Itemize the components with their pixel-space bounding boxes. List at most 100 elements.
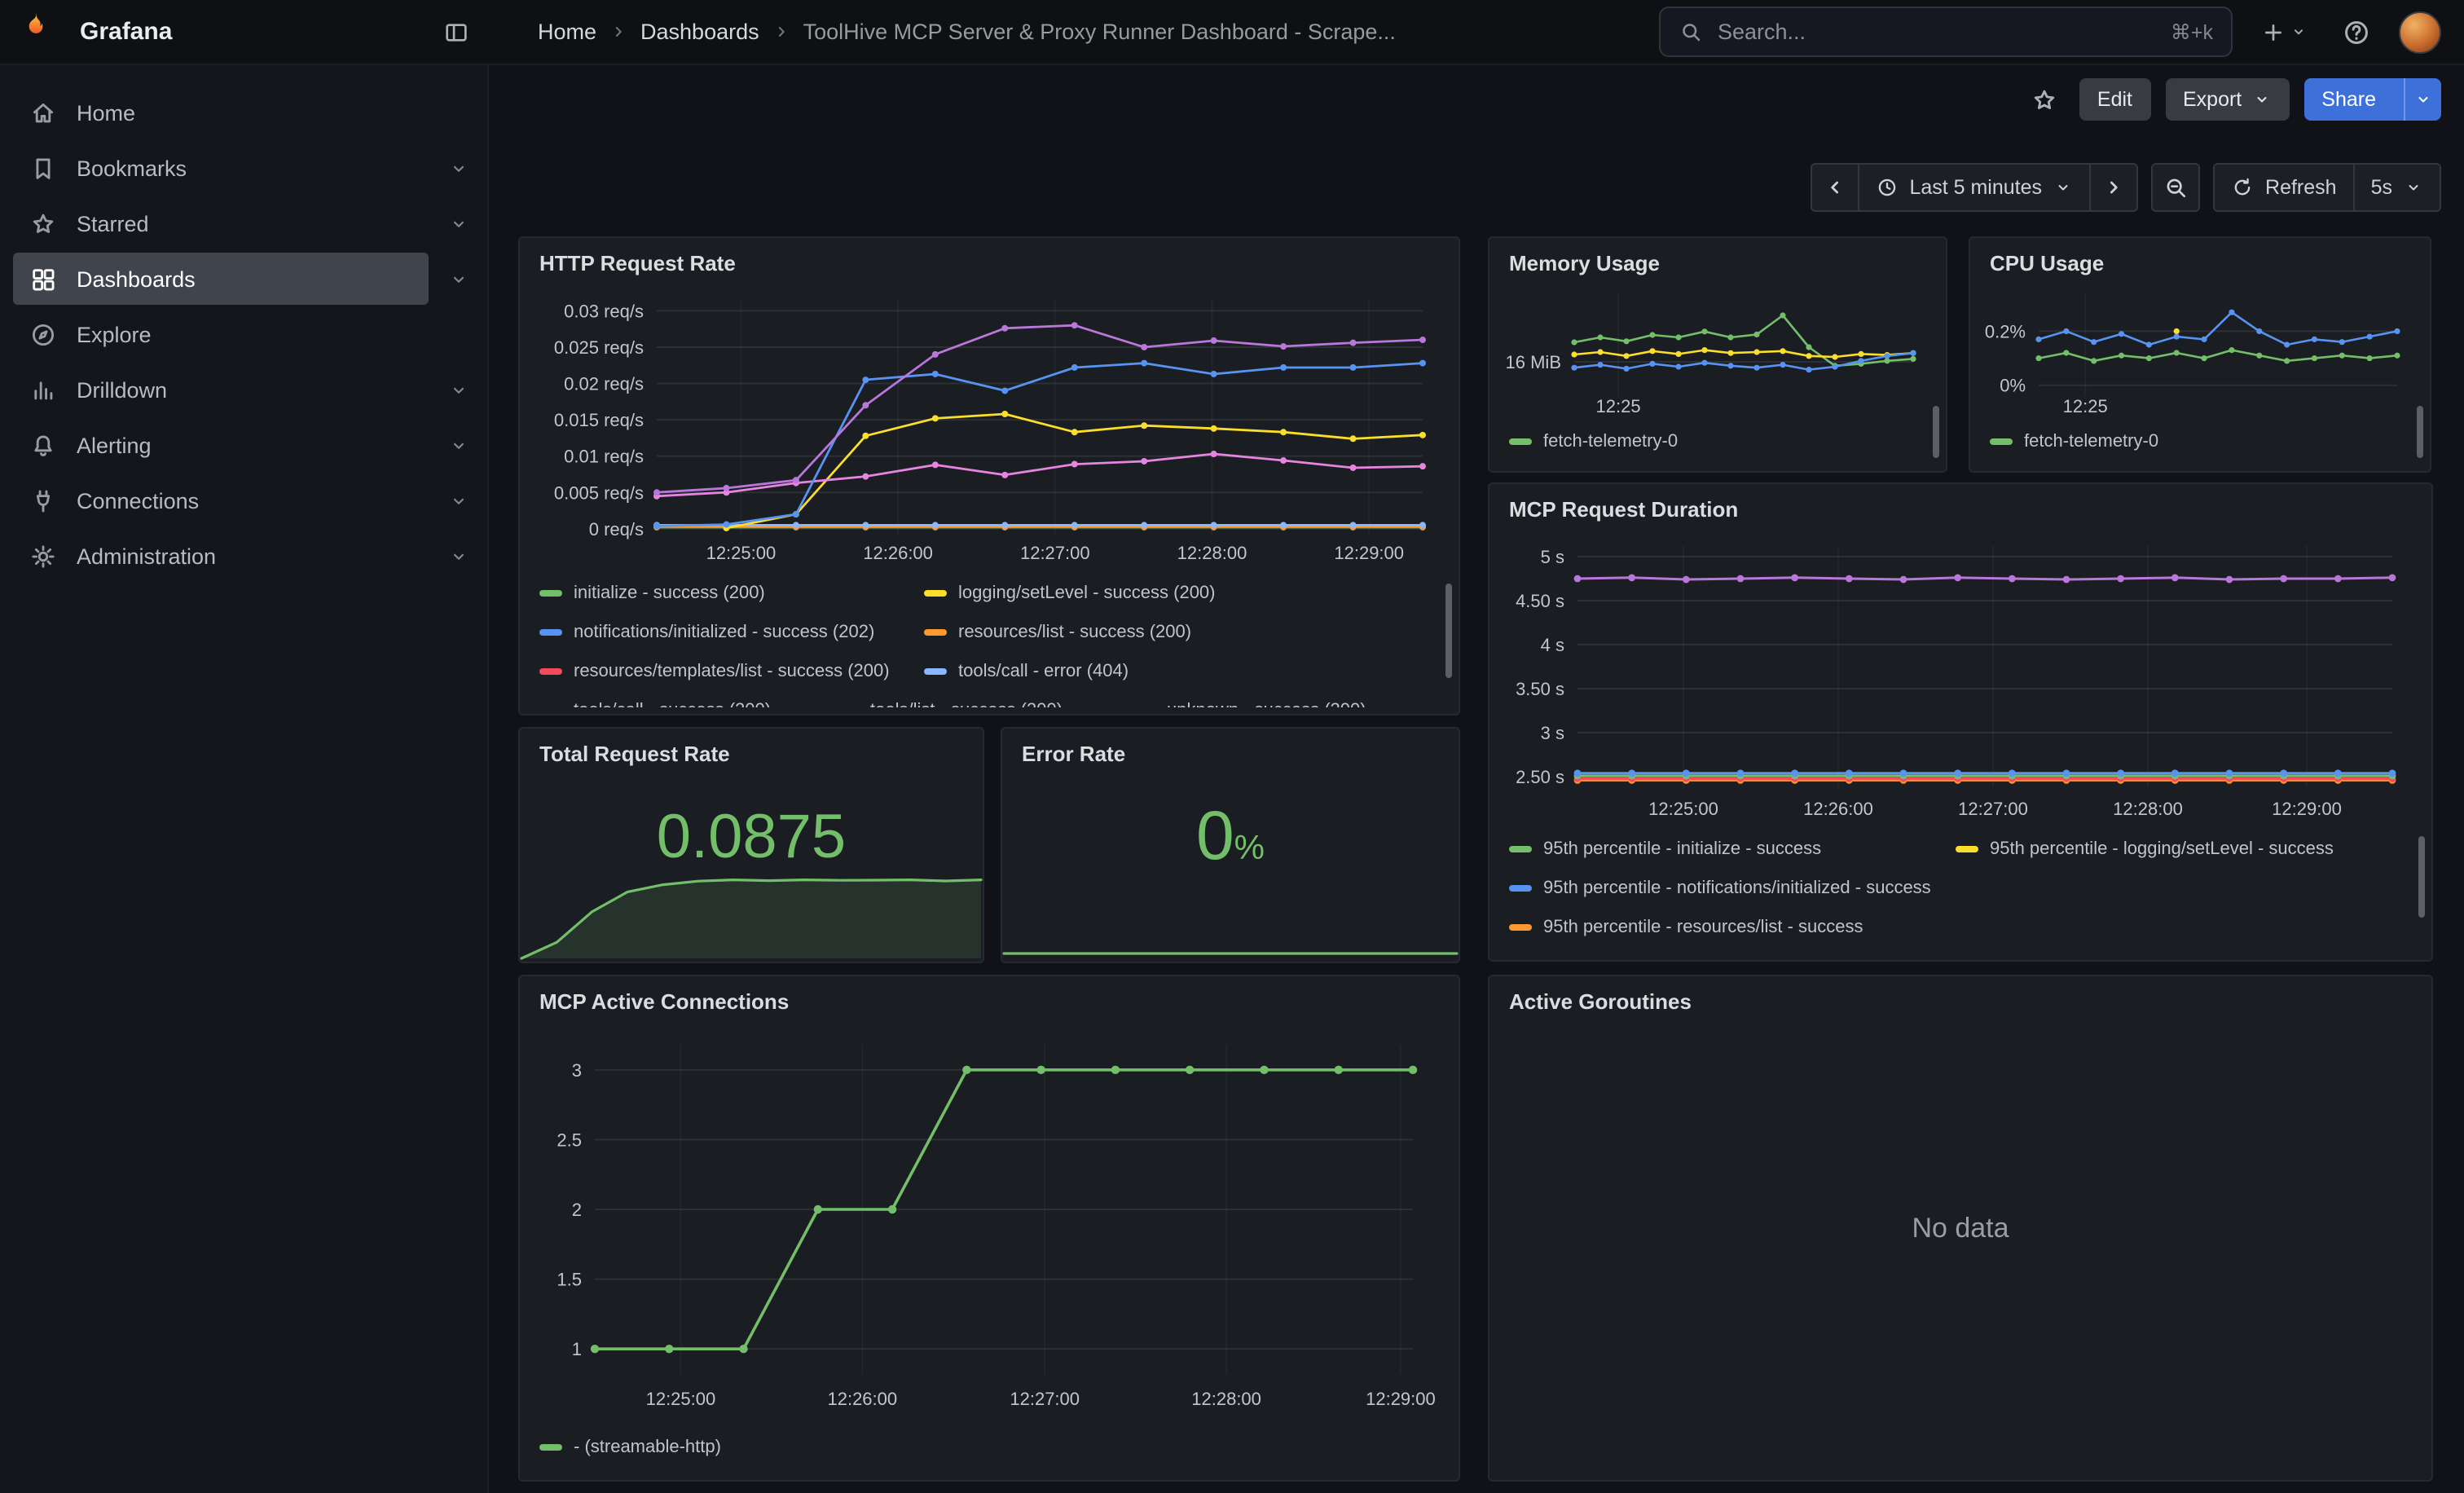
sidebar-link-drilldown[interactable]: Drilldown — [13, 363, 429, 416]
svg-text:12:28:00: 12:28:00 — [1191, 1389, 1261, 1409]
legend-item[interactable]: initialize - success (200) — [539, 584, 908, 603]
favorite-star-button[interactable] — [2024, 79, 2065, 120]
help-button[interactable] — [2335, 11, 2378, 53]
legend-scrollbar[interactable] — [2418, 836, 2425, 918]
export-button[interactable]: Export — [2165, 78, 2289, 121]
panel-title[interactable]: Memory Usage — [1489, 238, 1946, 275]
mcp-active-connections-chart: 11.522.5312:25:0012:26:0012:27:0012:28:0… — [530, 1032, 1429, 1413]
search-input[interactable]: Search... ⌘+k — [1659, 7, 2233, 57]
legend-item[interactable]: notifications/initialized - success (202… — [539, 623, 908, 642]
legend-label: 95th percentile - logging/setLevel - suc… — [1990, 839, 2334, 859]
svg-text:0%: 0% — [2000, 376, 2026, 396]
legend-item[interactable]: 95th percentile - logging/setLevel - suc… — [1956, 839, 2396, 859]
svg-text:12:29:00: 12:29:00 — [2272, 799, 2342, 819]
sidebar-link-connections[interactable]: Connections — [13, 474, 429, 526]
legend-item[interactable]: logging/setLevel - success (200) — [924, 584, 1292, 603]
panel-title[interactable]: MCP Request Duration — [1489, 484, 2431, 522]
sidebar-link-explore[interactable]: Explore — [13, 308, 487, 360]
legend-row: notifications/initialized - success (202… — [539, 613, 1429, 652]
panel-title[interactable]: MCP Active Connections — [520, 976, 1459, 1014]
legend-scrollbar[interactable] — [2417, 406, 2423, 458]
sidebar-expand-chevron[interactable] — [429, 268, 487, 289]
sidebar-expand-chevron[interactable] — [429, 379, 487, 400]
sidebar-expand-chevron[interactable] — [429, 434, 487, 456]
breadcrumb-dashboards[interactable]: Dashboards — [640, 20, 759, 44]
legend-swatch — [924, 629, 947, 636]
svg-text:12:29:00: 12:29:00 — [1334, 543, 1404, 563]
sidebar-expand-chevron[interactable] — [429, 157, 487, 178]
time-back-button[interactable] — [1810, 163, 1859, 212]
legend-scrollbar[interactable] — [1445, 584, 1452, 678]
svg-text:12:25: 12:25 — [1596, 396, 1641, 416]
legend-label: resources/list - success (200) — [958, 623, 1191, 642]
sidebar-item-label: Explore — [77, 322, 152, 346]
legend-swatch — [539, 668, 562, 675]
memory-usage-chart: 16 MiB12:25 — [1493, 280, 1929, 421]
sidebar-link-alerting[interactable]: Alerting — [13, 419, 429, 471]
sidebar-item-label: Drilldown — [77, 377, 167, 402]
panel-title[interactable]: Error Rate — [1002, 729, 1459, 766]
total-request-rate-sparkline — [521, 865, 981, 960]
sidebar-link-administration[interactable]: Administration — [13, 530, 429, 582]
edit-button[interactable]: Edit — [2079, 78, 2150, 121]
legend-item[interactable]: fetch-telemetry-0 — [1990, 432, 2158, 451]
time-forward-button[interactable] — [2089, 163, 2138, 212]
dashboard-actions: Edit Export Share — [2024, 78, 2441, 121]
bookmark-icon — [29, 154, 57, 182]
new-button[interactable] — [2254, 12, 2314, 51]
export-label: Export — [2183, 88, 2242, 111]
zoom-out-button[interactable] — [2151, 163, 2200, 212]
legend-item[interactable]: resources/list - success (200) — [924, 623, 1292, 642]
sidebar-expand-chevron[interactable] — [429, 545, 487, 566]
chart-canvas: 16 MiB12:25 — [1493, 280, 1929, 421]
legend-item[interactable]: tools/call - error (404) — [924, 662, 1292, 681]
error-rate-sparkline — [1004, 931, 1457, 957]
legend-item[interactable]: fetch-telemetry-0 — [1509, 432, 1678, 451]
sidebar-link-dashboards[interactable]: Dashboards — [13, 253, 429, 305]
sidebar-item-label: Starred — [77, 211, 149, 236]
legend-item[interactable]: 95th percentile - resources/list - succe… — [1509, 918, 1952, 937]
sidebar-expand-chevron[interactable] — [429, 213, 487, 234]
legend-item[interactable]: tools/call - success (200) — [539, 701, 820, 707]
share-button[interactable]: Share — [2303, 78, 2394, 121]
panel-title[interactable]: Total Request Rate — [520, 729, 983, 766]
sidebar-link-bookmarks[interactable]: Bookmarks — [13, 142, 429, 194]
top-bar-left: Grafana — [0, 0, 489, 64]
http-request-rate-chart: 0 req/s0.005 req/s0.01 req/s0.015 req/s0… — [530, 287, 1439, 567]
sidebar-link-home[interactable]: Home — [13, 86, 487, 139]
sidebar-item-label: Dashboards — [77, 266, 196, 291]
legend-row: initialize - success (200) logging/setLev… — [539, 574, 1429, 613]
legend-item[interactable]: tools/list - success (200) — [836, 701, 1116, 707]
panel-title[interactable]: CPU Usage — [1970, 238, 2430, 275]
sidebar-expand-chevron[interactable] — [429, 490, 487, 511]
user-avatar[interactable] — [2399, 11, 2441, 53]
panel-title[interactable]: HTTP Request Rate — [520, 238, 1459, 275]
plus-icon — [2260, 19, 2286, 45]
legend-item[interactable]: 95th percentile - initialize - success — [1509, 839, 1949, 859]
legend-item[interactable]: - (streamable-http) — [539, 1438, 721, 1457]
brand-title: Grafana — [80, 18, 172, 46]
sidebar-toggle-button[interactable] — [437, 13, 476, 52]
legend-item[interactable]: 95th percentile - notifications/initiali… — [1509, 879, 1952, 898]
time-range-picker[interactable]: Last 5 minutes — [1857, 163, 2091, 212]
chevron-down-icon — [2251, 90, 2271, 109]
chevron-right-icon — [608, 21, 629, 42]
share-menu-button[interactable] — [2404, 78, 2441, 121]
grafana-logo[interactable] — [23, 11, 64, 52]
refresh-icon — [2231, 176, 2254, 199]
legend-scrollbar[interactable] — [1933, 406, 1939, 458]
legend-item[interactable]: resources/templates/list - success (200) — [539, 662, 908, 681]
svg-text:2: 2 — [572, 1200, 582, 1220]
legend-item[interactable]: unknown - success (200) — [1133, 701, 1413, 707]
grafana-app: Grafana Home Dashboards ToolHive MCP Ser… — [0, 0, 2464, 1493]
refresh-interval-picker[interactable]: 5s — [2353, 163, 2441, 212]
sidebar-item-label: Bookmarks — [77, 156, 187, 180]
legend-label: logging/setLevel - success (200) — [958, 584, 1216, 603]
breadcrumb-home[interactable]: Home — [538, 20, 596, 44]
legend-swatch — [1990, 438, 2013, 445]
sidebar-item-administration: Administration — [0, 528, 487, 584]
drilldown-icon — [29, 376, 57, 403]
sidebar-link-starred[interactable]: Starred — [13, 197, 429, 249]
refresh-button[interactable]: Refresh — [2213, 163, 2355, 212]
bell-icon — [29, 431, 57, 459]
